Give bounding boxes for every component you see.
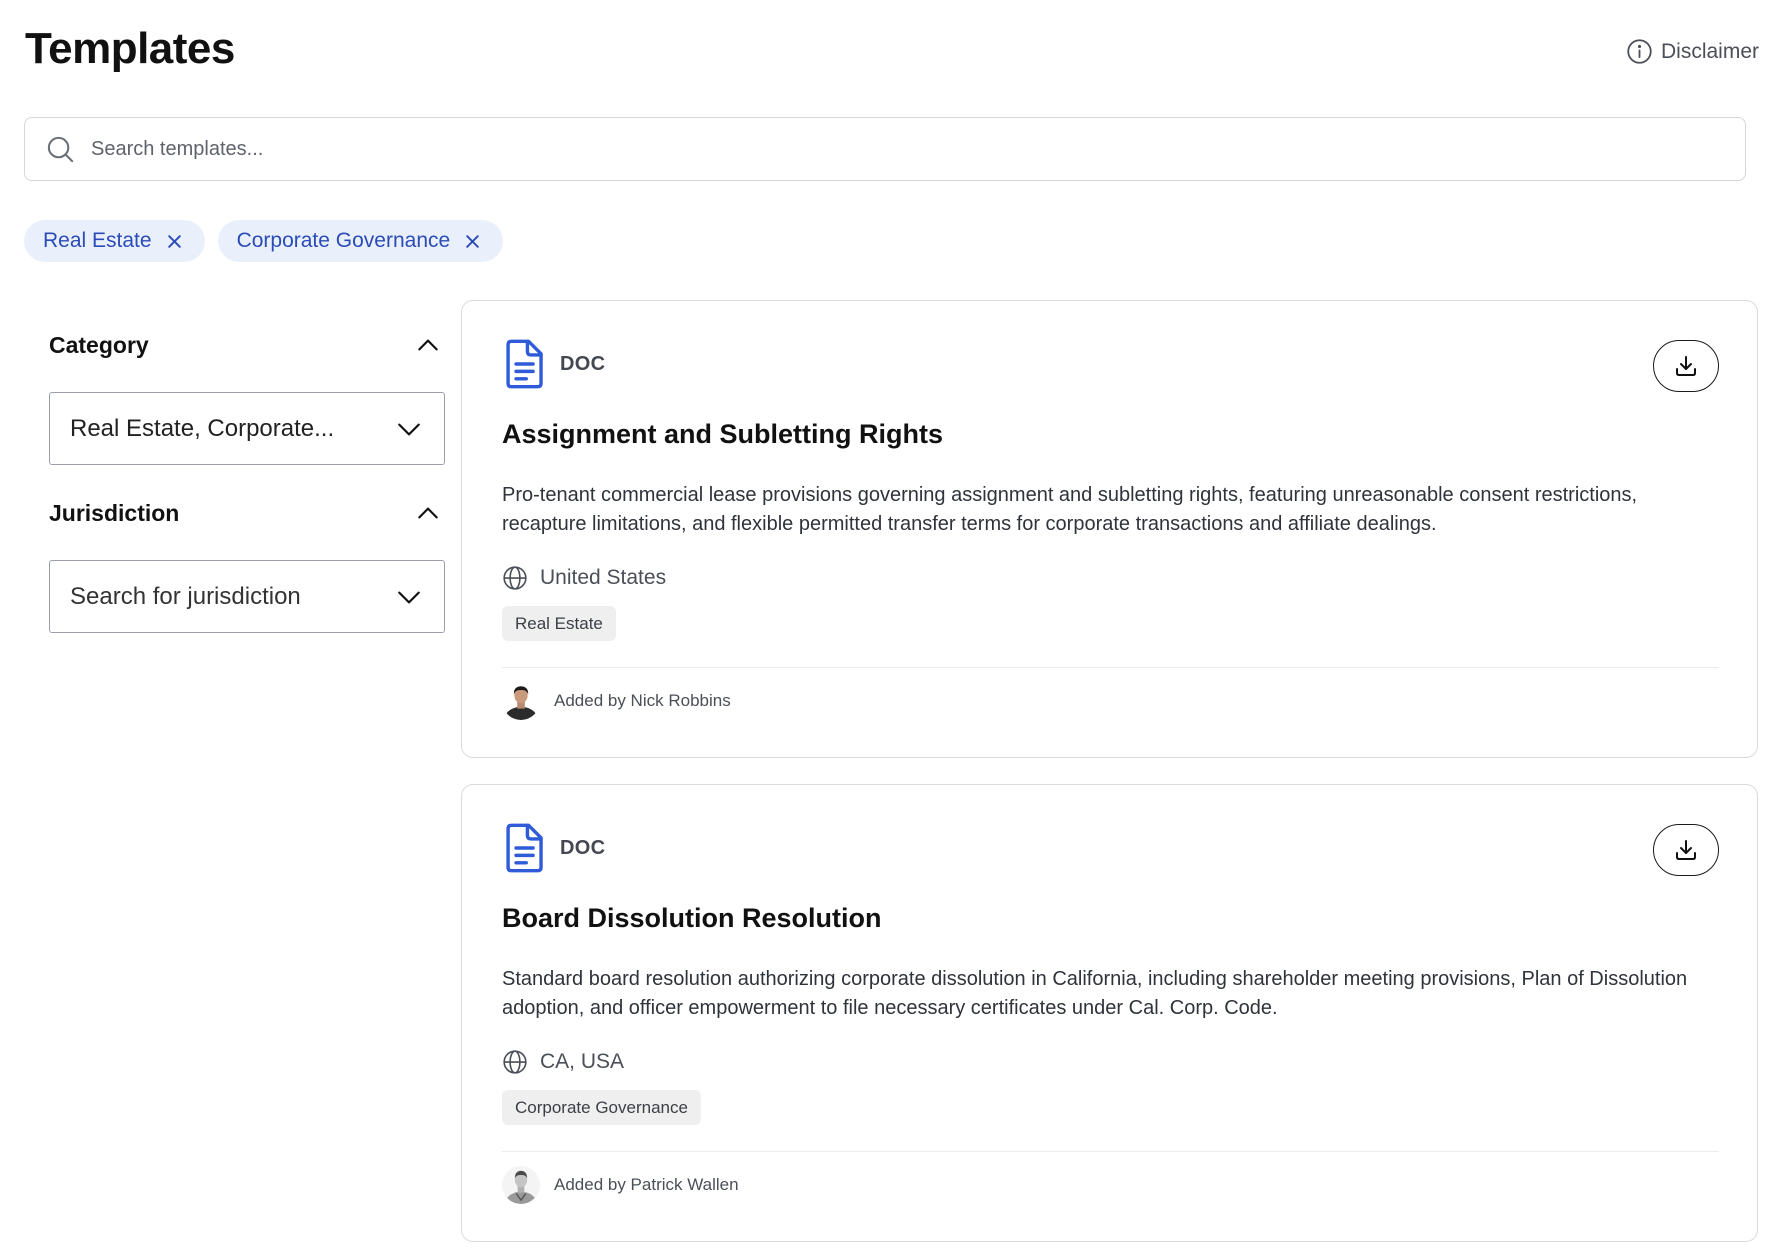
- template-location: CA, USA: [502, 1049, 624, 1075]
- document-icon: [506, 823, 543, 873]
- template-card[interactable]: DOC Board Dissolution Resolution Standar…: [461, 784, 1758, 1242]
- jurisdiction-select-placeholder: Search for jurisdiction: [70, 582, 301, 610]
- template-type-row: DOC: [502, 823, 605, 873]
- category-select-value: Real Estate, Corporate...: [70, 414, 335, 442]
- document-icon: [506, 339, 543, 389]
- category-tag: Real Estate: [502, 606, 616, 641]
- template-author-label: Added by Nick Robbins: [554, 691, 731, 710]
- template-title[interactable]: Board Dissolution Resolution: [502, 903, 882, 934]
- filter-chip-real-estate[interactable]: Real Estate: [24, 220, 205, 262]
- active-filters: Real Estate Corporate Governance: [24, 220, 504, 262]
- template-description: Pro-tenant commercial lease provisions g…: [502, 484, 1638, 535]
- jurisdiction-filter-header[interactable]: Jurisdiction: [49, 488, 445, 538]
- template-card[interactable]: DOC Assignment and Subletting Rights Pro…: [461, 300, 1758, 758]
- filter-chip-label: Corporate Governance: [236, 229, 451, 252]
- download-icon: [1676, 840, 1696, 860]
- template-location: United States: [502, 565, 666, 591]
- filter-chip-label: Real Estate: [43, 229, 152, 252]
- chevron-up-icon: [418, 339, 438, 351]
- filter-chip-corporate-governance[interactable]: Corporate Governance: [217, 220, 504, 262]
- info-icon: [1627, 39, 1652, 64]
- close-icon[interactable]: [166, 233, 183, 250]
- search-icon: [47, 136, 74, 162]
- category-filter-title: Category: [49, 331, 149, 358]
- download-icon: [1676, 356, 1696, 376]
- disclaimer-label: Disclaimer: [1660, 39, 1759, 63]
- jurisdiction-filter-title: Jurisdiction: [49, 499, 180, 526]
- template-author: Added by Nick Robbins: [502, 682, 731, 720]
- card-divider: [502, 667, 1719, 668]
- template-author: Added by Patrick Wallen: [502, 1166, 739, 1204]
- search-bar: [24, 117, 1746, 181]
- close-icon[interactable]: [464, 233, 481, 250]
- download-button[interactable]: [1653, 824, 1719, 876]
- template-location-label: United States: [540, 566, 667, 589]
- template-type: DOC: [560, 352, 606, 375]
- avatar: [502, 1166, 540, 1204]
- chevron-down-icon: [398, 591, 420, 603]
- page-title: Templates: [25, 24, 235, 73]
- search-input[interactable]: [91, 137, 1691, 161]
- globe-icon: [503, 1050, 527, 1074]
- template-location-label: CA, USA: [540, 1050, 625, 1073]
- template-description: Standard board resolution authorizing co…: [502, 968, 1688, 1019]
- template-author-label: Added by Patrick Wallen: [554, 1175, 739, 1194]
- template-type: DOC: [560, 836, 606, 859]
- template-title[interactable]: Assignment and Subletting Rights: [502, 419, 943, 450]
- download-button[interactable]: [1653, 340, 1719, 392]
- category-select[interactable]: Real Estate, Corporate...: [49, 392, 445, 465]
- jurisdiction-select[interactable]: Search for jurisdiction: [49, 560, 445, 633]
- card-divider: [502, 1151, 1719, 1152]
- avatar: [502, 682, 540, 720]
- category-filter-header[interactable]: Category: [49, 320, 445, 370]
- globe-icon: [503, 566, 527, 590]
- chevron-up-icon: [418, 507, 438, 519]
- filter-sidebar: Category Real Estate, Corporate... Juris…: [49, 320, 445, 633]
- disclaimer-link[interactable]: Disclaimer: [1626, 38, 1759, 65]
- template-type-row: DOC: [502, 339, 605, 389]
- category-tag: Corporate Governance: [502, 1090, 701, 1125]
- chevron-down-icon: [398, 423, 420, 435]
